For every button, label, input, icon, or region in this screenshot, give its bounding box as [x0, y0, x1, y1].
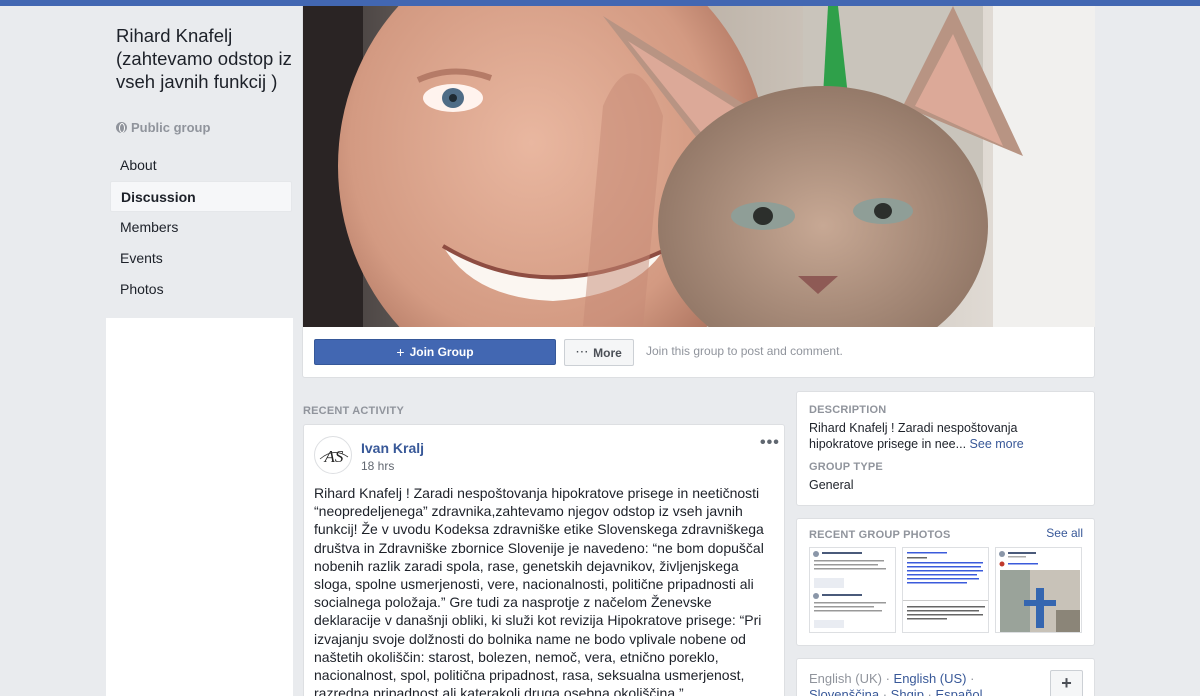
privacy-label: Public group	[116, 120, 210, 135]
add-language-button[interactable]: +	[1050, 670, 1083, 696]
photo-thumbnail[interactable]	[809, 547, 896, 633]
language-slovenscina[interactable]: Slovenščina	[809, 687, 879, 696]
photo-thumbnail[interactable]	[902, 547, 989, 633]
avatar[interactable]: AS	[314, 436, 352, 474]
nav-item-members[interactable]: Members	[110, 212, 292, 243]
privacy-text: Public group	[131, 120, 211, 135]
description-card: DESCRIPTION Rihard Knafelj ! Zaradi nesp…	[796, 391, 1095, 506]
language-separator: ·	[966, 671, 975, 686]
post-card: AS Ivan Kralj 18 hrs ••• Rihard Knafelj …	[303, 424, 785, 696]
plus-icon: +	[396, 344, 405, 360]
language-separator: ·	[881, 671, 894, 686]
language-card: English (UK) · English (US) · Slovenščin…	[796, 658, 1095, 696]
post-body: Rihard Knafelj ! Zaradi nespoštovanja hi…	[314, 485, 764, 696]
more-dots-icon: ···	[576, 347, 590, 358]
join-hint-text: Join this group to post and comment.	[646, 344, 843, 358]
recent-activity-heading: RECENT ACTIVITY	[303, 405, 404, 417]
left-sidebar-panel	[106, 318, 293, 696]
group-header-card: + Join Group ··· More Join this group to…	[302, 6, 1095, 378]
see-more-link[interactable]: See more	[970, 437, 1024, 451]
avatar-logo: AS	[319, 447, 349, 466]
cover-photo-image	[303, 6, 1095, 327]
post-author[interactable]: Ivan Kralj	[361, 440, 424, 456]
nav-item-discussion[interactable]: Discussion	[110, 181, 292, 212]
nav-item-about[interactable]: About	[110, 150, 292, 181]
nav-item-events[interactable]: Events	[110, 243, 292, 274]
photo-thumbnail[interactable]	[995, 547, 1082, 633]
description-heading: DESCRIPTION	[809, 404, 887, 416]
language-separator: ·	[923, 687, 936, 696]
description-text: Rihard Knafelj ! Zaradi nespoštovanja hi…	[809, 420, 1049, 452]
avatar-logo-text: AS	[324, 447, 344, 466]
see-all-link[interactable]: See all	[1046, 526, 1083, 540]
language-english-us[interactable]: English (US)	[894, 671, 967, 686]
screenshot-thumbnail-image	[810, 548, 895, 632]
globe-icon	[116, 122, 127, 133]
cover-photo[interactable]	[303, 6, 1095, 327]
group-type-heading: GROUP TYPE	[809, 461, 883, 473]
join-group-label: Join Group	[409, 345, 474, 359]
left-sidebar: Rihard Knafelj (zahtevamo odstop iz vseh…	[106, 6, 298, 696]
group-title[interactable]: Rihard Knafelj (zahtevamo odstop iz vseh…	[116, 24, 296, 93]
language-english-uk[interactable]: English (UK)	[809, 671, 882, 686]
recent-photos-card: RECENT GROUP PHOTOS See all	[796, 518, 1095, 646]
more-button[interactable]: ··· More	[564, 339, 634, 366]
post-timestamp[interactable]: 18 hrs	[361, 459, 394, 473]
post-thumbnail-image	[996, 548, 1081, 632]
language-espanol[interactable]: Español	[935, 687, 982, 696]
group-type-value: General	[809, 478, 854, 492]
group-nav: About Discussion Members Events Photos	[110, 150, 292, 305]
recent-photos-heading: RECENT GROUP PHOTOS	[809, 529, 951, 541]
language-list: English (UK) · English (US) · Slovenščin…	[809, 671, 1029, 696]
language-shqip[interactable]: Shqip	[891, 687, 924, 696]
language-separator: ·	[879, 687, 891, 696]
join-group-button[interactable]: + Join Group	[314, 339, 556, 365]
nav-item-photos[interactable]: Photos	[110, 274, 292, 305]
email-thumbnail-image	[903, 548, 988, 632]
more-label: More	[593, 345, 622, 360]
post-options-icon[interactable]: •••	[760, 434, 780, 452]
